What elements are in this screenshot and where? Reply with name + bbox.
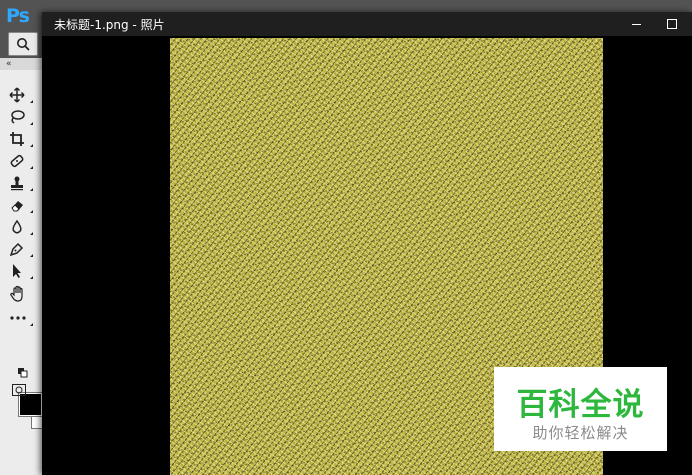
move-icon — [9, 87, 25, 103]
quick-mask-icon — [12, 384, 26, 396]
pen-icon — [9, 242, 24, 257]
hand-tool[interactable] — [9, 285, 33, 303]
hand-icon — [10, 285, 23, 302]
eraser-tool[interactable] — [9, 196, 33, 214]
foreground-color-swatch[interactable] — [18, 392, 43, 417]
path-selection-tool[interactable] — [9, 262, 33, 280]
quick-mask-button[interactable] — [12, 381, 26, 396]
watermark-logo: 百科全说 助你轻松解决 — [494, 367, 667, 451]
default-colors-icon[interactable] — [18, 363, 28, 378]
blur-tool[interactable] — [9, 218, 33, 236]
healing-brush-icon — [10, 154, 24, 168]
lasso-tool[interactable] — [9, 108, 33, 126]
pen-tool[interactable] — [9, 240, 33, 258]
window-title: 未标题-1.png - 照片 — [54, 18, 165, 32]
window-titlebar[interactable]: 未标题-1.png - 照片 — [42, 12, 692, 36]
more-tools-button[interactable] — [9, 309, 33, 327]
search-button[interactable] — [8, 32, 38, 56]
watermark-subtitle: 助你轻松解决 — [532, 424, 629, 442]
eraser-icon — [11, 201, 23, 212]
photoshop-logo: Ps — [6, 5, 30, 27]
photoshop-toolbar: « — [0, 58, 43, 475]
clone-stamp-tool[interactable] — [9, 174, 33, 192]
search-icon — [17, 38, 30, 51]
watermark-title: 百科全说 — [516, 387, 645, 423]
healing-brush-tool[interactable] — [9, 152, 33, 170]
maximize-button[interactable] — [662, 12, 682, 36]
clone-stamp-icon — [11, 176, 23, 191]
crop-icon — [10, 132, 24, 146]
toolbar-collapse-button[interactable]: « — [0, 58, 42, 70]
minimize-button[interactable] — [626, 12, 646, 36]
blur-icon — [12, 219, 22, 234]
maximize-icon — [667, 19, 677, 29]
move-tool[interactable] — [9, 86, 33, 104]
minimize-icon — [631, 23, 641, 25]
more-tools-icon — [10, 316, 26, 320]
lasso-icon — [11, 110, 25, 124]
crop-tool[interactable] — [9, 130, 33, 148]
path-selection-icon — [13, 264, 21, 278]
